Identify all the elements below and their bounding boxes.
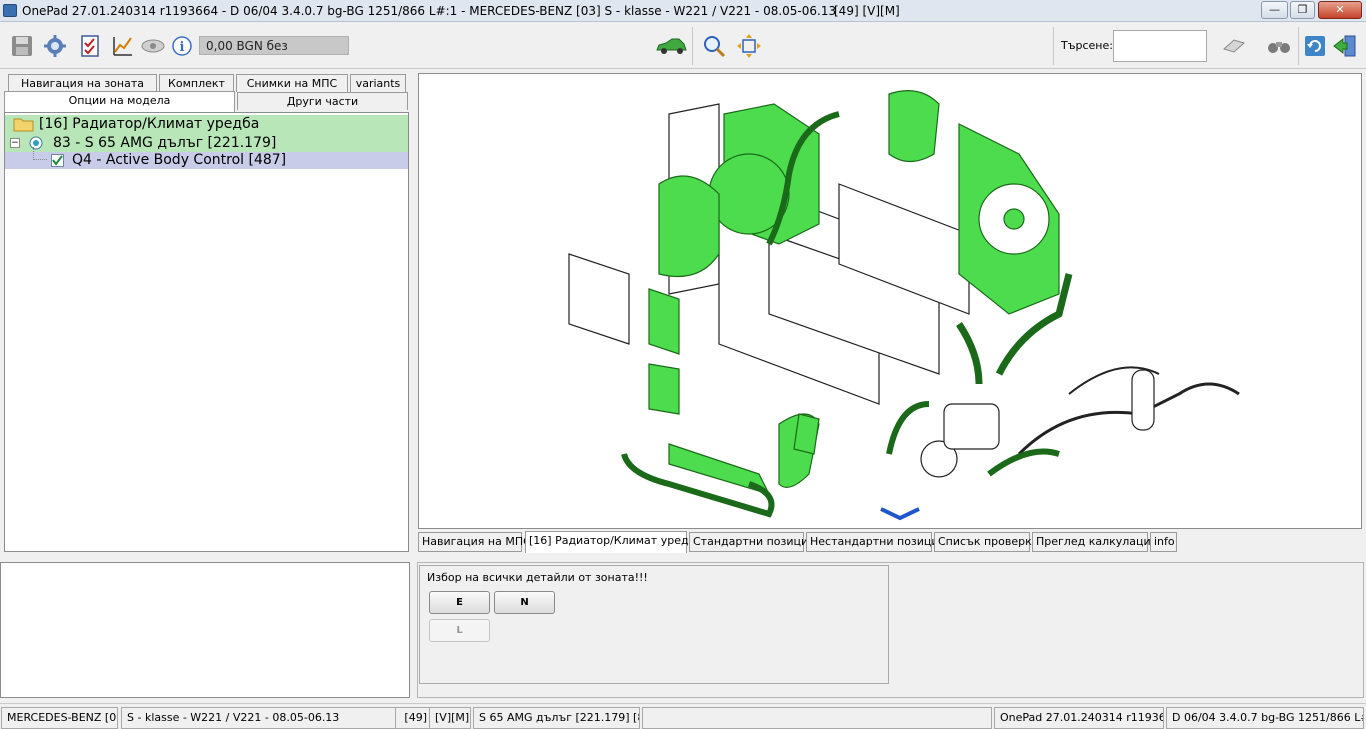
refresh-icon[interactable] [1303,34,1327,58]
tab-radiator-zone[interactable]: [16] Радиатор/Климат уредба [525,531,702,553]
bottom-tabs: Навигация на МПС [16] Радиатор/Климат ур… [418,531,1362,554]
car-icon[interactable] [655,34,687,58]
radiator-parts-diagram[interactable] [419,74,1361,528]
collapse-toggle[interactable]: − [10,138,20,148]
tab-calculation-review[interactable]: Преглед калкулация [1032,532,1157,552]
toolbar-divider [1298,27,1299,65]
tab-info[interactable]: info [1150,532,1177,552]
checkbox-checked-icon[interactable] [51,154,64,167]
tree-root-row[interactable]: [16] Радиатор/Климат уредба [5,115,408,134]
l-button[interactable]: L [429,619,490,642]
eye-icon[interactable] [141,34,165,58]
tab-zone-navigation[interactable]: Навигация на зоната [8,74,157,92]
tab-nonstandard-positions[interactable]: Нестандартни позиции [806,532,946,552]
model-options-tree: [16] Радиатор/Климат уредба − 83 - S 65 … [4,112,409,552]
tab-other-parts[interactable]: Други части [237,92,408,110]
compressor-part [943,403,1000,450]
status-code: [49] [396,707,430,729]
status-version: OnePad 27.01.240314 r1193664 [994,707,1164,729]
zoom-icon[interactable] [702,34,726,58]
n-button[interactable]: N [494,591,555,614]
scroll-down-chevron-icon [880,507,920,521]
window-title: OnePad 27.01.240314 r1193664 - D 06/04 3… [22,4,837,18]
settings-icon[interactable] [43,34,67,58]
tree-model-row[interactable]: − 83 - S 65 AMG дълъг [221.179] [5,134,408,152]
close-button[interactable]: ✕ [1318,1,1362,19]
toolbar-divider [692,27,693,65]
app-icon [3,4,17,17]
e-button[interactable]: E [429,591,490,614]
tab-standard-positions[interactable]: Стандартни позиции [689,532,815,552]
status-model: S - klasse - W221 / V221 - 08.05-06.13 [121,707,396,729]
save-icon[interactable] [10,34,34,58]
tab-vehicle-photos[interactable]: Снимки на МПС [236,74,348,92]
tab-variants[interactable]: variants [350,74,406,92]
title-bar: OnePad 27.01.240314 r1193664 - D 06/04 3… [0,0,1366,22]
window-title-extra: [49] [V][M] [834,4,900,18]
tree-option-label: Q4 - Active Body Control [487] [72,152,287,168]
status-variant: S 65 AMG дълъг [221.179] [83] [473,707,640,729]
status-flags: [V][M] [430,707,471,729]
checklist-icon[interactable] [78,34,102,58]
folder-icon [13,118,34,132]
search-label: Търсене: [1061,39,1113,52]
details-panel [0,562,410,698]
binoculars-icon[interactable] [1266,34,1290,58]
tree-option-row[interactable]: Q4 - Active Body Control [487] [5,147,408,169]
price-display: 0,00 BGN без [199,36,349,55]
status-bar: MERCEDES-BENZ [03] S - klasse - W221 / V… [0,703,1366,729]
receiver-drier-part [1131,369,1155,431]
tab-checklist[interactable]: Списък проверка [934,532,1039,552]
status-make: MERCEDES-BENZ [03] [1,707,118,729]
tree-root-label: [16] Радиатор/Климат уредба [39,116,260,132]
info-icon[interactable]: i [170,34,194,58]
tab-vehicle-navigation[interactable]: Навигация на МПС [418,532,531,552]
fit-icon[interactable] [737,34,761,58]
status-empty [642,707,992,729]
status-locale: D 06/04 3.4.0.7 bg-BG 1251/866 L#:1 [1166,707,1364,729]
zone-select-all-label: Избор на всички детайли от зоната!!! [427,571,648,584]
svg-text:i: i [180,40,185,55]
parts-diagram-panel [418,73,1362,529]
search-input[interactable] [1113,30,1207,62]
toolbar-divider [1053,27,1054,65]
tab-model-options[interactable]: Опции на модела [4,91,235,112]
minimize-button[interactable]: — [1261,1,1288,19]
left-tabs: Навигация на зоната Комплект Снимки на М… [4,74,408,112]
eraser-icon[interactable] [1222,34,1246,58]
tree-model-label: 83 - S 65 AMG дълъг [221.179] [53,135,277,151]
expansion-tank-green-part [888,90,940,163]
exit-icon[interactable] [1333,34,1357,58]
maximize-button[interactable]: ❐ [1290,1,1315,19]
tab-kit[interactable]: Комплект [159,74,234,92]
chart-icon[interactable] [111,34,135,58]
tree-connector [33,147,47,160]
